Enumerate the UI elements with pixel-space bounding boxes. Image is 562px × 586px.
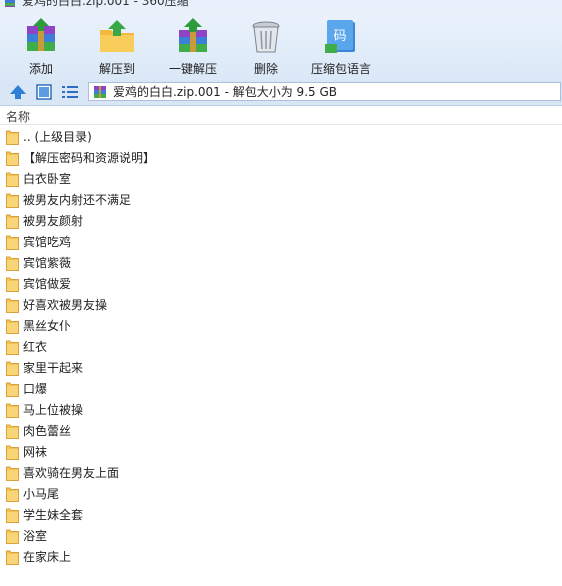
list-item-name: 网袜 <box>23 445 48 459</box>
archive-language-button-label: 压缩包语言 <box>310 62 371 76</box>
list-item-name: 肉色蕾丝 <box>23 424 72 438</box>
archive-app-icon <box>5 0 15 7</box>
list-item-name: 宾馆紫薇 <box>23 256 72 270</box>
list-item[interactable]: 宾馆做爱 <box>0 274 562 295</box>
list-item[interactable]: 肉色蕾丝 <box>0 421 562 442</box>
list-item-name: 宾馆吃鸡 <box>23 235 72 249</box>
list-item[interactable]: 被男友颜射 <box>0 211 562 232</box>
list-item[interactable]: 宾馆吃鸡 <box>0 232 562 253</box>
list-item-name: 在家床上 <box>23 550 72 564</box>
column-header-name[interactable]: 名称 <box>0 106 562 125</box>
list-item[interactable]: 宾馆紫薇 <box>0 253 562 274</box>
list-view-icon[interactable] <box>60 83 80 101</box>
list-item-name: 喜欢骑在男友上面 <box>23 466 120 480</box>
list-item-name: 口爆 <box>23 382 48 396</box>
folder-icon <box>6 319 19 334</box>
delete-button-label: 删除 <box>253 62 278 76</box>
add-button[interactable]: 添加 <box>12 12 70 78</box>
up-arrow-icon[interactable] <box>8 83 28 101</box>
file-list: .. (上级目录) 【解压密码和资源说明】 白衣卧室被男友内射还不满足 被男友颜射宾馆… <box>0 127 562 568</box>
folder-icon <box>6 361 19 376</box>
list-item-name: 黑丝女仆 <box>23 319 72 333</box>
list-item[interactable]: 小马尾 <box>0 484 562 505</box>
folder-icon <box>6 193 19 208</box>
list-item-name: 【解压密码和资源说明】 <box>23 151 156 165</box>
list-item[interactable]: 家里干起来 <box>0 358 562 379</box>
list-item-name: 被男友颜射 <box>23 214 84 228</box>
folder-icon <box>6 508 19 523</box>
list-item-name: 被男友内射还不满足 <box>23 193 132 207</box>
svg-text:码: 码 <box>333 29 346 44</box>
folder-icon <box>6 151 19 166</box>
address-path-field[interactable]: 爱鸡的白白.zip.001 - 解包大小为 9.5 GB <box>88 82 561 101</box>
title-bar: 爱鸡的白白.zip.001 - 360压缩 <box>0 0 562 10</box>
list-item[interactable]: 被男友内射还不满足 <box>0 190 562 211</box>
list-item[interactable]: 好喜欢被男友操 <box>0 295 562 316</box>
folder-icon <box>6 382 19 397</box>
archive-file-icon <box>94 86 106 98</box>
folder-icon <box>6 172 19 187</box>
one-click-extract-icon <box>179 18 207 52</box>
list-item[interactable]: 红衣 <box>0 337 562 358</box>
folder-icon <box>6 340 19 355</box>
folder-icon <box>6 256 19 271</box>
one-click-extract-button[interactable]: 一键解压 <box>162 12 224 78</box>
list-item-name: 宾馆做爱 <box>23 277 72 291</box>
list-item-name: 红衣 <box>23 340 48 354</box>
archive-language-button[interactable]: 码 压缩包语言 <box>306 12 376 78</box>
delete-button[interactable]: 删除 <box>240 12 292 78</box>
list-item[interactable]: 口爆 <box>0 379 562 400</box>
column-header-label: 名称 <box>6 110 31 124</box>
add-archive-icon <box>27 18 55 51</box>
folder-icon <box>6 466 19 481</box>
list-item-name: 学生妹全套 <box>23 508 84 522</box>
large-icon-view-icon[interactable] <box>34 83 54 101</box>
list-item[interactable]: 黑丝女仆 <box>0 316 562 337</box>
list-item-name: 小马尾 <box>23 487 60 501</box>
list-item-name: 浴室 <box>23 529 48 543</box>
list-item[interactable]: 学生妹全套 <box>0 505 562 526</box>
extract-to-button-label: 解压到 <box>98 62 135 76</box>
list-item-name: .. (上级目录) <box>23 130 92 144</box>
list-item-name: 马上位被操 <box>23 403 84 417</box>
archive-language-icon: 码 <box>325 20 355 53</box>
trash-icon <box>252 21 280 53</box>
extract-to-button[interactable]: 解压到 <box>88 12 146 78</box>
toolbar: 添加 解压到 一键解压 删除 码 压缩包语言 <box>0 10 562 80</box>
list-item[interactable]: 在家床上 <box>0 547 562 568</box>
folder-icon <box>6 424 19 439</box>
address-path-text: 爱鸡的白白.zip.001 - 解包大小为 9.5 GB <box>113 85 337 99</box>
folder-icon <box>6 487 19 502</box>
folder-icon <box>6 214 19 229</box>
list-item[interactable]: 【解压密码和资源说明】 <box>0 148 562 169</box>
extract-to-icon <box>100 20 134 52</box>
address-bar: 爱鸡的白白.zip.001 - 解包大小为 9.5 GB <box>0 80 562 106</box>
list-item[interactable]: .. (上级目录) <box>0 127 562 148</box>
folder-icon <box>6 130 19 145</box>
list-item[interactable]: 浴室 <box>0 526 562 547</box>
folder-icon <box>6 529 19 544</box>
list-item[interactable]: 网袜 <box>0 442 562 463</box>
folder-icon <box>6 550 19 565</box>
folder-icon <box>6 298 19 313</box>
list-item[interactable]: 白衣卧室 <box>0 169 562 190</box>
list-item[interactable]: 喜欢骑在男友上面 <box>0 463 562 484</box>
folder-icon <box>6 403 19 418</box>
folder-icon <box>6 445 19 460</box>
list-item-name: 好喜欢被男友操 <box>23 298 108 312</box>
one-click-extract-button-label: 一键解压 <box>168 62 217 76</box>
window-title: 爱鸡的白白.zip.001 - 360压缩 <box>22 0 189 8</box>
list-item-name: 家里干起来 <box>23 361 84 375</box>
folder-icon <box>6 277 19 292</box>
list-item[interactable]: 马上位被操 <box>0 400 562 421</box>
add-button-label: 添加 <box>28 62 53 76</box>
list-item-name: 白衣卧室 <box>23 172 72 186</box>
folder-icon <box>6 235 19 250</box>
